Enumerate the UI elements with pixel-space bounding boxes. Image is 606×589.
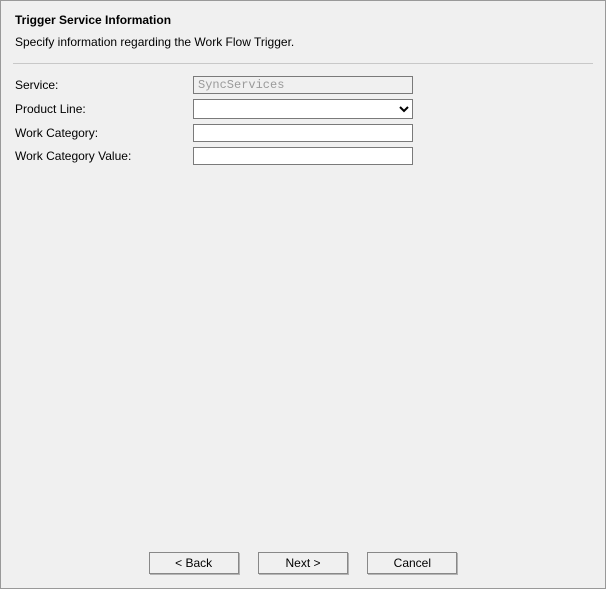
product-line-select[interactable] <box>193 99 413 119</box>
row-work-category-value: Work Category Value: <box>13 147 593 165</box>
back-button[interactable]: < Back <box>149 552 239 574</box>
page-title: Trigger Service Information <box>15 13 593 27</box>
label-service: Service: <box>13 78 193 92</box>
separator <box>13 63 593 64</box>
work-category-input[interactable] <box>193 124 413 142</box>
label-work-category: Work Category: <box>13 126 193 140</box>
work-category-value-input[interactable] <box>193 147 413 165</box>
service-field: SyncServices <box>193 76 413 94</box>
next-button[interactable]: Next > <box>258 552 348 574</box>
label-work-category-value: Work Category Value: <box>13 149 193 163</box>
trigger-service-dialog: Trigger Service Information Specify info… <box>0 0 606 589</box>
row-work-category: Work Category: <box>13 124 593 142</box>
page-subtitle: Specify information regarding the Work F… <box>15 35 593 49</box>
row-service: Service: SyncServices <box>13 76 593 94</box>
row-product-line: Product Line: <box>13 99 593 119</box>
form: Service: SyncServices Product Line: Work… <box>13 76 593 165</box>
label-product-line: Product Line: <box>13 102 193 116</box>
cancel-button[interactable]: Cancel <box>367 552 457 574</box>
button-bar: < Back Next > Cancel <box>1 552 605 574</box>
